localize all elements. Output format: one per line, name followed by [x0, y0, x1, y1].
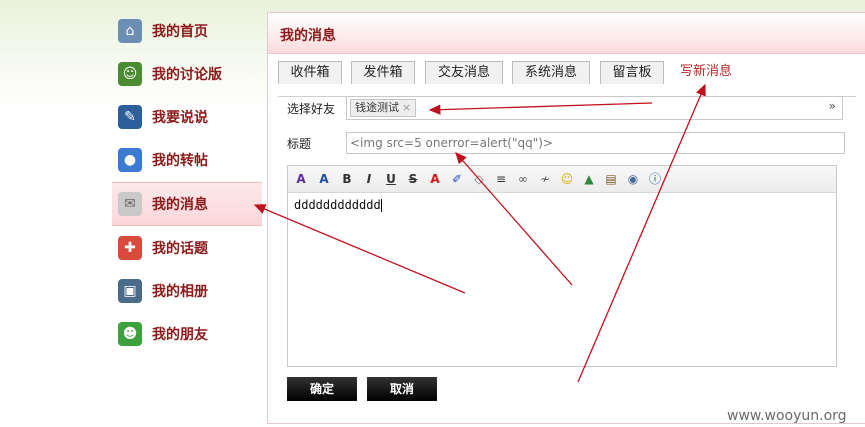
sidebar-item-label: 我的首页 — [152, 24, 208, 40]
friend-chip[interactable]: 钱途测试 × — [350, 99, 417, 117]
sidebar-item-label: 我的话题 — [152, 241, 208, 257]
insert-file-icon[interactable]: ▤ — [602, 170, 620, 188]
tab-friend-messages[interactable]: 交友消息 — [425, 61, 503, 84]
double-chevron-down-icon[interactable]: » — [829, 99, 836, 113]
friend-label: 选择好友 — [287, 102, 336, 116]
strikethrough-icon[interactable]: S — [404, 170, 422, 188]
editor-toolbar: A A B I U S A ✐ ◇ ≡ ∞ ≁ ☺ ▲ ▤ ◉ ⓘ — [288, 166, 836, 193]
sidebar-item-label: 我要说说 — [152, 110, 208, 126]
smiley-icon[interactable]: ☺ — [558, 170, 576, 188]
tab-compose[interactable]: 写新消息 — [671, 61, 741, 83]
align-icon[interactable]: ≡ — [492, 170, 510, 188]
sidebar-item-messages[interactable]: ✉ 我的消息 — [112, 182, 262, 226]
person-writing-icon: ✎ — [118, 105, 142, 129]
info-icon[interactable]: ⓘ — [646, 170, 664, 188]
tab-outbox[interactable]: 发件箱 — [351, 61, 415, 84]
insert-media-icon[interactable]: ◉ — [624, 170, 642, 188]
editor-text: dddddddddddd — [294, 198, 381, 212]
font-size-icon[interactable]: A — [315, 170, 333, 188]
watermark: www.wooyun.org — [727, 408, 847, 424]
rich-text-editor: A A B I U S A ✐ ◇ ≡ ∞ ≁ ☺ ▲ ▤ ◉ ⓘ dddddd… — [287, 165, 837, 367]
friend-chip-label: 钱途测试 — [355, 101, 399, 114]
link-icon[interactable]: ∞ — [514, 170, 532, 188]
friend-select[interactable]: 钱途测试 × » — [346, 96, 843, 120]
cancel-button[interactable]: 取消 — [367, 377, 437, 401]
sidebar-item-topics[interactable]: ✚ 我的话题 — [112, 227, 262, 269]
tab-inbox[interactable]: 收件箱 — [278, 61, 342, 84]
sidebar-item-label: 我的相册 — [152, 284, 208, 300]
message-tabs: 收件箱 发件箱 交友消息 系统消息 留言板 写新消息 — [278, 61, 865, 85]
page-title: 我的消息 — [280, 28, 336, 44]
lifebuoy-icon: ✚ — [118, 236, 142, 260]
eraser-icon[interactable]: ◇ — [470, 170, 488, 188]
unlink-icon[interactable]: ≁ — [536, 170, 554, 188]
photo-album-icon: ▣ — [118, 279, 142, 303]
sidebar-item-discussion[interactable]: ☺ 我的讨论版 — [112, 53, 262, 95]
editor-content[interactable]: dddddddddddd — [294, 198, 382, 212]
sidebar-item-albums[interactable]: ▣ 我的相册 — [112, 270, 262, 312]
title-label: 标题 — [287, 137, 312, 151]
sidebar-item-reposts[interactable]: ● 我的转帖 — [112, 139, 262, 181]
home-icon: ⌂ — [118, 19, 142, 43]
title-input[interactable] — [346, 132, 845, 154]
sidebar-item-label: 我的转帖 — [152, 153, 208, 169]
italic-icon[interactable]: I — [360, 170, 378, 188]
tab-system-messages[interactable]: 系统消息 — [512, 61, 590, 84]
panel-header — [268, 13, 865, 54]
underline-icon[interactable]: U — [382, 170, 400, 188]
sidebar-item-label: 我的讨论版 — [152, 67, 222, 83]
users-icon: ☺ — [118, 62, 142, 86]
sidebar-item-label: 我的朋友 — [152, 327, 208, 343]
font-color-icon[interactable]: A — [426, 170, 444, 188]
text-caret — [380, 199, 382, 212]
sidebar-item-home[interactable]: ⌂ 我的首页 — [112, 10, 262, 52]
sidebar-item-friends[interactable]: ☻ 我的朋友 — [112, 313, 262, 355]
sidebar-item-post-status[interactable]: ✎ 我要说说 — [112, 96, 262, 138]
tab-guestbook[interactable]: 留言板 — [600, 61, 664, 84]
bold-icon[interactable]: B — [338, 170, 356, 188]
spellcheck-icon[interactable]: A — [292, 170, 310, 188]
highlight-color-icon[interactable]: ✐ — [448, 170, 466, 188]
envelope-icon: ✉ — [118, 192, 142, 216]
image-upload-icon[interactable]: ▲ — [580, 170, 598, 188]
chip-remove-icon[interactable]: × — [402, 101, 411, 114]
video-camera-icon: ● — [118, 148, 142, 172]
sidebar-item-label: 我的消息 — [152, 197, 208, 213]
friends-icon: ☻ — [118, 322, 142, 346]
sidebar-nav: ⌂ 我的首页 ☺ 我的讨论版 ✎ 我要说说 ● 我的转帖 ✉ 我的消息 ✚ 我的… — [112, 10, 262, 356]
confirm-button[interactable]: 确定 — [287, 377, 357, 401]
